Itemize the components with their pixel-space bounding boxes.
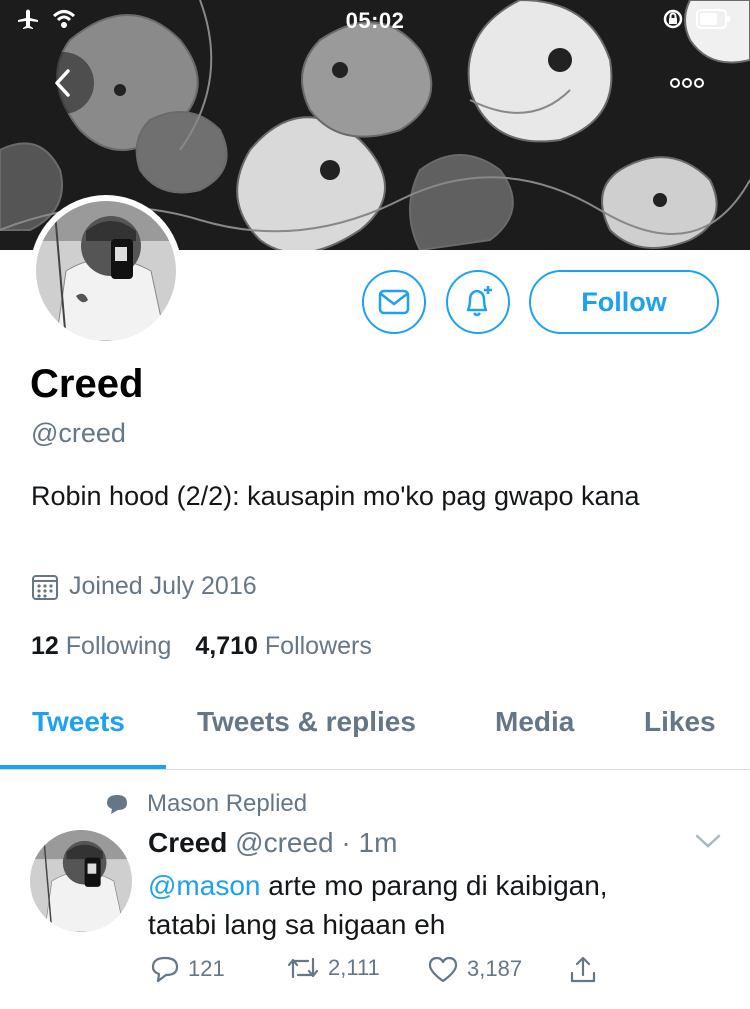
- tweet-menu-button[interactable]: [694, 832, 722, 855]
- notifications-button[interactable]: [446, 270, 510, 334]
- back-button[interactable]: [32, 52, 94, 114]
- reply-count: 121: [188, 956, 225, 981]
- tweet-text-line2: tatabi lang sa higaan eh: [148, 909, 446, 940]
- reply-bubble-icon: [107, 795, 127, 814]
- followers-link[interactable]: 4,710 Followers: [195, 632, 372, 661]
- chevron-down-icon: [695, 834, 721, 848]
- active-tab-indicator: [0, 765, 166, 769]
- battery-icon: [696, 9, 730, 29]
- bell-plus-icon: [466, 286, 492, 317]
- share-button[interactable]: [568, 955, 598, 985]
- calendar-icon: [32, 574, 58, 600]
- followers-count: 4,710: [195, 632, 258, 660]
- retweet-button[interactable]: 2,111: [286, 955, 380, 981]
- tweet-text-line1: arte mo parang di kaibigan,: [260, 870, 608, 901]
- chevron-left-icon: [55, 69, 70, 97]
- more-options-button[interactable]: [656, 52, 718, 114]
- tweet-time: 1m: [358, 827, 398, 858]
- status-time: 05:02: [345, 8, 405, 33]
- more-dots-icon: [670, 78, 704, 88]
- reply-icon: [151, 956, 179, 983]
- tab-likes[interactable]: Likes: [644, 706, 716, 738]
- profile-avatar[interactable]: [30, 195, 182, 347]
- rotation-lock-icon: [663, 9, 683, 29]
- heart-icon: [428, 956, 458, 983]
- tweet-context-text: Mason Replied: [147, 790, 308, 817]
- message-button[interactable]: [362, 270, 426, 334]
- tweet-separator: ·: [341, 827, 351, 858]
- retweet-icon: [287, 957, 319, 979]
- status-bar: 05:02: [0, 0, 750, 40]
- joined-text: Joined July 2016: [69, 572, 257, 600]
- tweet-avatar-photo: [30, 830, 132, 932]
- reply-button[interactable]: 121: [150, 955, 225, 983]
- following-link[interactable]: 12 Following: [31, 632, 171, 661]
- tab-tweets[interactable]: Tweets: [32, 706, 125, 738]
- tweet-author-handle[interactable]: @creed: [235, 827, 333, 858]
- profile-display-name: Creed: [30, 362, 144, 406]
- retweet-count: 2,111: [328, 955, 380, 980]
- share-icon: [570, 956, 596, 983]
- following-label: Following: [65, 632, 172, 660]
- following-count: 12: [31, 632, 59, 660]
- joined-date: Joined July 2016: [31, 572, 257, 601]
- follow-counts: 12 Following 4,710 Followers: [31, 632, 372, 661]
- tweet-actions: 121 2,111 3,187: [150, 955, 610, 995]
- tweet-text: @mason arte mo parang di kaibigan, tatab…: [148, 866, 708, 944]
- avatar-photo: [36, 201, 176, 341]
- tweet-mention[interactable]: @mason: [148, 870, 260, 901]
- like-button[interactable]: 3,187: [427, 955, 522, 983]
- profile-tabs: Tweets Tweets & replies Media Likes: [0, 678, 750, 770]
- like-count: 3,187: [467, 956, 523, 981]
- tweet-author-name[interactable]: Creed: [148, 827, 227, 858]
- profile-handle: @creed: [31, 418, 126, 448]
- tab-tweets-replies[interactable]: Tweets & replies: [197, 706, 416, 738]
- profile-bio: Robin hood (2/2): kausapin mo'ko pag gwa…: [31, 481, 640, 511]
- tweet-avatar[interactable]: [30, 830, 132, 932]
- tweet-header: Creed @creed · 1m: [148, 827, 397, 859]
- mail-icon: [378, 289, 410, 315]
- followers-label: Followers: [264, 632, 372, 660]
- follow-button[interactable]: Follow: [529, 270, 719, 334]
- tweet-context: Mason Replied: [105, 790, 307, 818]
- tab-media[interactable]: Media: [495, 706, 574, 738]
